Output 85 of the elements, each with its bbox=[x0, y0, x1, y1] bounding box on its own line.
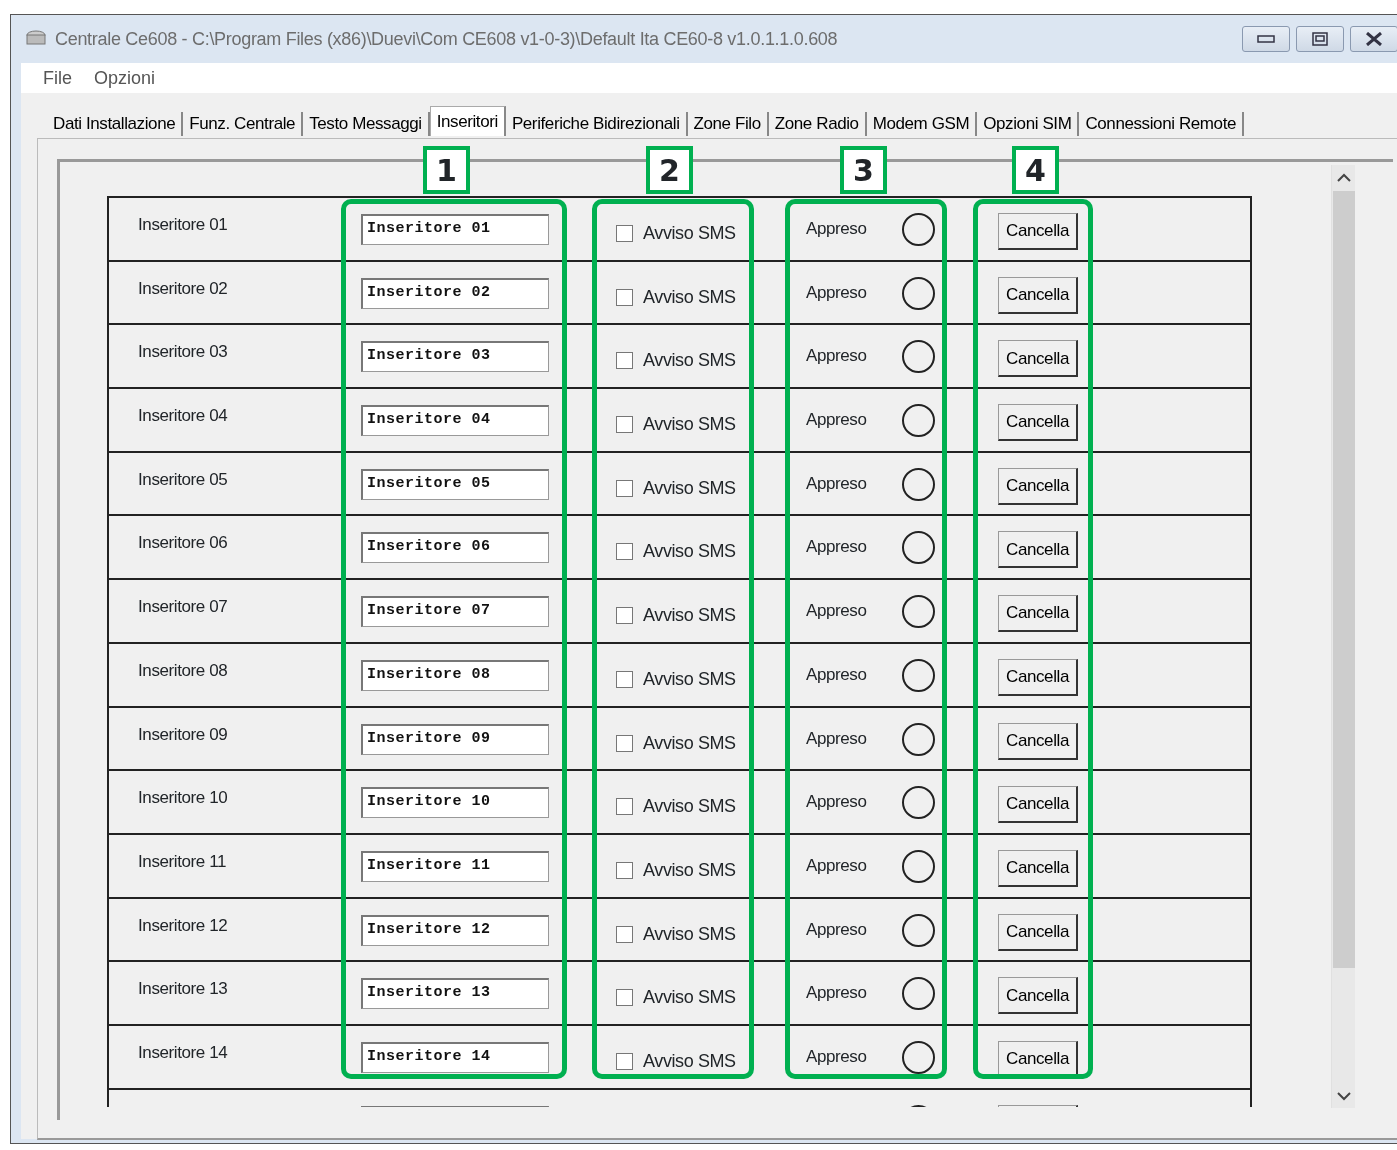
row-label: Inseritore 05 bbox=[138, 468, 228, 491]
delete-button[interactable]: Cancella bbox=[998, 977, 1078, 1015]
row-label: Inseritore 10 bbox=[138, 787, 228, 810]
checkbox-label: Avviso SMS bbox=[643, 349, 736, 373]
callout-number: 4 bbox=[1012, 146, 1059, 194]
status-label: Appreso bbox=[806, 982, 867, 1005]
delete-button[interactable]: Cancella bbox=[998, 467, 1078, 505]
callout-number: 1 bbox=[423, 146, 470, 194]
checkbox-label: Avviso SMS bbox=[643, 858, 736, 882]
row-label: Inseritore 12 bbox=[138, 914, 228, 937]
row-label: Inseritore 13 bbox=[138, 978, 228, 1001]
name-field[interactable]: Inseritore 05 bbox=[361, 468, 549, 500]
status-label: Appreso bbox=[806, 663, 867, 686]
tab[interactable]: Zone Filo bbox=[687, 112, 769, 136]
status-label: Appreso bbox=[806, 918, 867, 941]
status-label: Appreso bbox=[806, 409, 867, 432]
tab[interactable]: Inseritori bbox=[429, 106, 506, 136]
name-field[interactable]: Inseritore 02 bbox=[361, 277, 549, 309]
checkbox-label: Avviso SMS bbox=[643, 413, 736, 437]
callout-number: 3 bbox=[840, 146, 887, 194]
delete-button[interactable]: Cancella bbox=[998, 595, 1078, 633]
delete-button[interactable]: Cancella bbox=[998, 849, 1078, 887]
callout-number: 2 bbox=[646, 146, 693, 194]
checkbox-label: Avviso SMS bbox=[643, 285, 736, 309]
name-field[interactable]: Inseritore 14 bbox=[361, 1041, 549, 1073]
tab[interactable]: Opzioni SIM bbox=[977, 112, 1080, 136]
row-label: Inseritore 14 bbox=[138, 1041, 228, 1064]
name-field[interactable]: Inseritore 11 bbox=[361, 850, 549, 882]
status-label: Appreso bbox=[806, 281, 867, 304]
checkbox-label: Avviso SMS bbox=[643, 604, 736, 628]
tab[interactable]: Modem GSM bbox=[866, 112, 978, 136]
delete-button[interactable]: Cancella bbox=[998, 340, 1078, 378]
checkbox-label: Avviso SMS bbox=[643, 922, 736, 946]
name-field[interactable]: Inseritore 13 bbox=[361, 978, 549, 1010]
name-field[interactable]: Inseritore 07 bbox=[361, 596, 549, 628]
status-label: Appreso bbox=[806, 345, 867, 368]
name-field[interactable]: Inseritore 09 bbox=[361, 723, 549, 755]
status-label: Appreso bbox=[806, 1045, 867, 1068]
delete-button[interactable]: Cancella bbox=[998, 786, 1078, 824]
row-label: Inseritore 04 bbox=[138, 405, 228, 428]
tab[interactable]: Dati Installazione bbox=[47, 112, 184, 136]
status-label: Appreso bbox=[806, 600, 867, 623]
name-field[interactable]: Inseritore 06 bbox=[361, 532, 549, 564]
delete-button[interactable]: Cancella bbox=[998, 404, 1078, 442]
checkbox-label: Avviso SMS bbox=[643, 222, 736, 245]
name-field[interactable]: Inseritore 03 bbox=[361, 341, 549, 373]
status-label: Appreso bbox=[806, 472, 867, 495]
delete-button[interactable]: Cancella bbox=[998, 213, 1078, 250]
delete-button[interactable]: Cancella bbox=[998, 531, 1078, 569]
status-label: Appreso bbox=[806, 218, 867, 240]
row-label: Inseritore 01 bbox=[138, 214, 228, 236]
checkbox-label: Avviso SMS bbox=[643, 795, 736, 819]
tab[interactable]: Zone Radio bbox=[768, 112, 867, 136]
row-label: Inseritore 09 bbox=[138, 723, 228, 746]
row-label: Inseritore 11 bbox=[138, 850, 227, 873]
name-field[interactable]: Inseritore 12 bbox=[361, 914, 549, 946]
status-label: Appreso bbox=[806, 727, 867, 750]
row-label: Inseritore 07 bbox=[138, 596, 228, 619]
delete-button[interactable]: Cancella bbox=[998, 658, 1078, 696]
name-field[interactable]: Inseritore 10 bbox=[361, 787, 549, 819]
checkbox-label: Avviso SMS bbox=[643, 986, 736, 1010]
checkbox-label: Avviso SMS bbox=[643, 1049, 736, 1073]
tab[interactable]: Periferiche Bidirezionali bbox=[505, 112, 688, 136]
delete-button[interactable]: Cancella bbox=[998, 722, 1078, 760]
name-field[interactable]: Inseritore 08 bbox=[361, 659, 549, 691]
checkbox-label: Avviso SMS bbox=[643, 476, 736, 500]
row-label: Inseritore 08 bbox=[138, 659, 228, 682]
name-field[interactable]: Inseritore 01 bbox=[361, 214, 549, 245]
row-label: Inseritore 02 bbox=[138, 277, 228, 300]
tab[interactable]: Connessioni Remote bbox=[1079, 112, 1244, 136]
delete-button[interactable]: Cancella bbox=[998, 276, 1078, 314]
row-label: Inseritore 03 bbox=[138, 341, 228, 364]
menu-item[interactable]: File bbox=[43, 64, 72, 92]
name-field[interactable]: Inseritore 04 bbox=[361, 405, 549, 437]
menu-item[interactable]: Opzioni bbox=[94, 64, 156, 92]
row-label: Inseritore 06 bbox=[138, 532, 228, 555]
delete-button[interactable]: Cancella bbox=[998, 913, 1078, 951]
tab[interactable]: Funz. Centrale bbox=[183, 112, 304, 136]
window-title: Centrale Ce608 - C:\Program Files (x86)\Duevi\Com CE608 v1-0-3)\Default Ita CE60-8 v1.0.1.1.0.608 bbox=[55, 27, 838, 51]
status-label: Appreso bbox=[806, 854, 867, 877]
status-label: Appreso bbox=[806, 791, 867, 814]
checkbox-label: Avviso SMS bbox=[643, 540, 736, 564]
status-label: Appreso bbox=[806, 536, 867, 559]
checkbox-label: Avviso SMS bbox=[643, 731, 736, 755]
checkbox-label: Avviso SMS bbox=[643, 667, 736, 691]
